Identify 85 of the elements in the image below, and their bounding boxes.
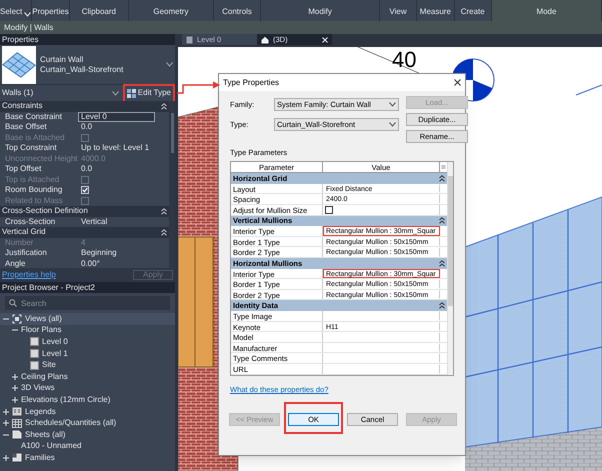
minus-icon[interactable]	[3, 432, 9, 438]
plus-icon[interactable]	[12, 374, 18, 380]
dimension-text: 40	[392, 49, 416, 71]
section-header[interactable]: Vertical Grid	[0, 227, 169, 238]
section-title: Cross-Section Definition	[2, 205, 88, 218]
dialog-title: Type Properties	[223, 76, 280, 88]
type-selector[interactable]: Curtain Wall Curtain_Wall-Storefront	[0, 45, 175, 85]
property-value[interactable]: Level 0	[78, 112, 155, 122]
caret-icon	[24, 12, 32, 17]
collapse-icon[interactable]	[439, 302, 445, 310]
tree-item[interactable]: Families	[0, 452, 175, 464]
tree-item[interactable]: Level 1	[0, 348, 175, 360]
properties-help-link[interactable]: Properties help	[2, 269, 56, 281]
property-value[interactable]: 0.00°	[78, 258, 155, 268]
property-value[interactable]: Vertical	[78, 216, 155, 227]
tree-item[interactable]: Floor Plans	[0, 324, 175, 336]
tree-item[interactable]: Site	[0, 359, 175, 371]
property-label: Base Offset	[4, 122, 48, 132]
tree-item[interactable]: A100 - Unnamed	[0, 440, 175, 452]
type-name: Curtain_Wall-Storefront	[40, 64, 124, 74]
property-label: Angle	[4, 258, 26, 268]
type-family: Curtain Wall	[40, 54, 84, 64]
tree-item[interactable]: 3D Views	[0, 382, 175, 394]
collapse-icon[interactable]	[439, 217, 445, 224]
property-label: Justification	[4, 248, 48, 258]
context-bar: Modify | Walls	[0, 21, 602, 34]
property-label: Top Constraint	[4, 143, 58, 154]
tree-item[interactable]: Ceiling Plans	[0, 370, 175, 383]
property-label: Unconnected Height	[4, 154, 78, 164]
property-label: Top is Attached	[4, 174, 60, 185]
property-label: Top Offset	[4, 164, 42, 174]
scrollbar[interactable]	[447, 162, 453, 376]
property-value[interactable]: 0.0	[78, 164, 155, 174]
property-value[interactable]: Up to level: Level 1	[78, 143, 155, 154]
collapse-icon[interactable]	[439, 260, 445, 267]
tree-item[interactable]: Schedules/Quantities (all)	[0, 417, 175, 429]
tree-item[interactable]: Views (all)	[0, 313, 175, 325]
edit-type-button[interactable]: Edit Type	[124, 86, 173, 100]
plan-icon	[186, 36, 193, 44]
sheet-icon	[12, 430, 22, 440]
caret-icon	[389, 122, 396, 127]
property-value[interactable]: Beginning	[78, 248, 155, 258]
caret-icon	[112, 90, 119, 96]
grid-icon	[126, 88, 136, 98]
section-title: Constraints	[2, 101, 42, 112]
tree-item[interactable]: Sheets (all)	[0, 428, 175, 441]
table-icon	[12, 418, 22, 428]
property-label: Base Constraint	[4, 112, 63, 122]
legend-icon	[12, 407, 22, 416]
property-label: Related to Mass	[4, 196, 64, 206]
checkbox[interactable]	[325, 206, 333, 214]
scrollbar[interactable]	[169, 101, 175, 268]
minus-icon[interactable]	[3, 316, 9, 322]
callout-arrow	[177, 80, 221, 96]
tree-item[interactable]: Elevations (12mm Circle)	[0, 394, 175, 406]
property-label: Cross-Section	[4, 216, 56, 227]
plus-icon[interactable]	[12, 396, 18, 403]
family-icon	[12, 453, 22, 462]
search-icon	[9, 299, 17, 307]
plus-icon[interactable]	[3, 454, 9, 461]
close-icon[interactable]	[454, 79, 461, 86]
panel-title: Properties	[0, 34, 175, 45]
curtain-wall-icon	[2, 46, 36, 84]
section-header[interactable]: Constraints	[0, 101, 169, 112]
check-icon	[82, 187, 88, 194]
collapse-icon[interactable]	[439, 175, 445, 182]
section-title: Vertical Grid	[2, 226, 46, 238]
property-label: Number	[4, 238, 34, 248]
minus-icon[interactable]	[12, 327, 18, 334]
plus-icon[interactable]	[3, 408, 9, 415]
ribbon-panel[interactable]: Mode	[492, 0, 602, 21]
property-value[interactable]: 0.0	[78, 122, 155, 132]
plus-icon[interactable]	[12, 385, 18, 392]
search-field[interactable]: Search	[5, 296, 170, 310]
caret-icon	[166, 62, 173, 67]
views-icon	[12, 314, 22, 324]
tree-item[interactable]: Level 0	[0, 336, 175, 348]
property-label: Room Bounding	[4, 185, 64, 196]
filter-dropdown[interactable]: Walls (1)	[2, 87, 123, 99]
plus-icon[interactable]	[3, 420, 9, 426]
panel-title: Project Browser - Project2	[0, 282, 175, 293]
property-label: Base is Attached	[4, 132, 66, 143]
tree-item[interactable]: Legends	[0, 406, 175, 418]
caret-icon	[389, 102, 396, 107]
section-header[interactable]: Cross-Section Definition	[0, 206, 169, 216]
